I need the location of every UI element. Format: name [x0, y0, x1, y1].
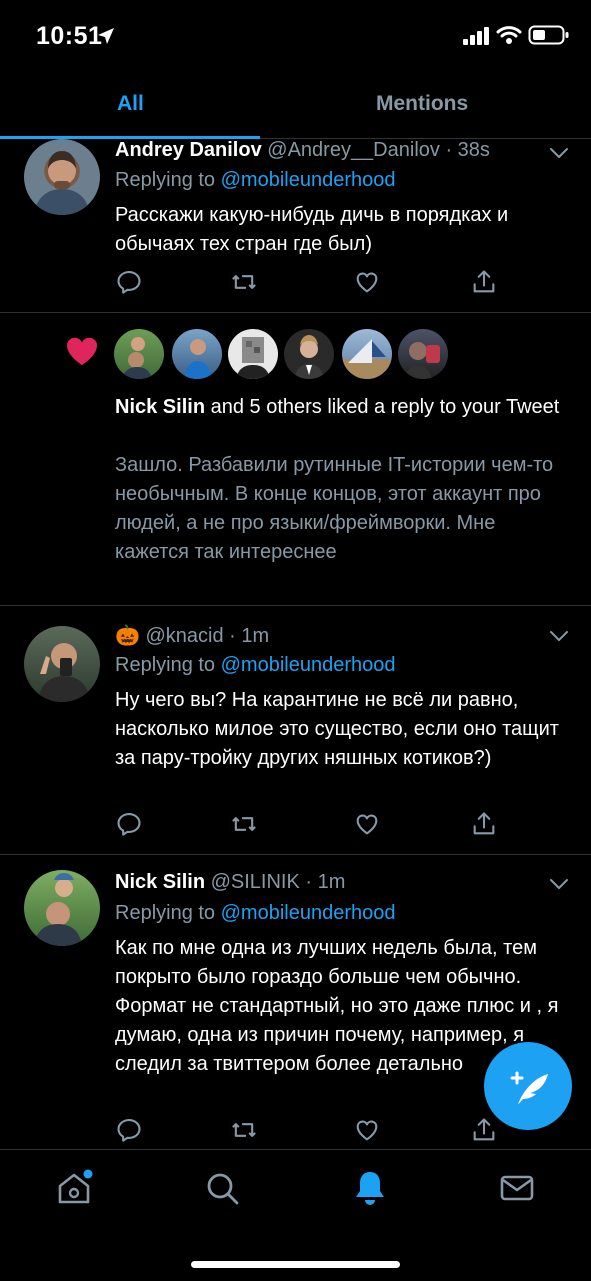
- chevron-down-icon[interactable]: [549, 630, 569, 642]
- avatar[interactable]: [172, 329, 222, 379]
- location-arrow-icon: [98, 28, 114, 44]
- heart-icon: [67, 337, 97, 365]
- tweet-actions: [115, 1116, 515, 1144]
- reply-icon[interactable]: [115, 268, 143, 296]
- bell-icon[interactable]: [350, 1168, 390, 1208]
- handle[interactable]: @SILINIK: [211, 871, 300, 893]
- tweet-header: Nick Silin @SILINIK · 1m: [115, 871, 345, 894]
- mail-icon[interactable]: [497, 1168, 537, 1208]
- avatar[interactable]: [342, 329, 392, 379]
- notification-reply[interactable]: 🎃 @knacid · 1m Replying to @mobileunderh…: [0, 606, 591, 855]
- notification-reply[interactable]: Andrey Danilov @Andrey__Danilov · 38s Re…: [0, 139, 591, 313]
- cellular-signal-icon: [463, 27, 489, 45]
- display-name[interactable]: Andrey Danilov: [115, 139, 262, 161]
- chevron-down-icon[interactable]: [549, 147, 569, 159]
- replying-handle[interactable]: @mobileunderhood: [221, 169, 396, 191]
- retweet-icon[interactable]: [230, 1116, 258, 1144]
- replying-prefix: Replying to: [115, 654, 216, 676]
- tweet-header: Andrey Danilov @Andrey__Danilov · 38s: [115, 139, 490, 162]
- notification-tabs: All Mentions: [0, 72, 591, 139]
- timestamp: · 1m: [229, 625, 270, 647]
- replying-to: Replying to @mobileunderhood: [115, 654, 396, 677]
- avatar[interactable]: [398, 329, 448, 379]
- like-summary: Nick Silin and 5 others liked a reply to…: [115, 393, 565, 422]
- tab-all[interactable]: All: [117, 92, 144, 116]
- status-time: 10:51: [36, 22, 103, 50]
- like-icon[interactable]: [353, 1116, 381, 1144]
- wifi-icon: [496, 26, 522, 44]
- replying-to: Replying to @mobileunderhood: [115, 169, 396, 192]
- avatar[interactable]: [24, 626, 100, 702]
- avatar[interactable]: [24, 139, 100, 215]
- compose-tweet-icon: [510, 1071, 548, 1104]
- reply-icon[interactable]: [115, 1116, 143, 1144]
- tweet-actions: [115, 268, 515, 296]
- replying-prefix: Replying to: [115, 902, 216, 924]
- tweet-header: 🎃 @knacid · 1m: [115, 623, 269, 648]
- tweet-text: Расскажи какую-нибудь дичь в порядках и …: [115, 204, 509, 255]
- like-summary-text: and 5 others liked a reply to your Tweet: [210, 396, 560, 418]
- avatar[interactable]: [284, 329, 334, 379]
- retweet-icon[interactable]: [230, 268, 258, 296]
- emoji-display-name[interactable]: 🎃: [115, 625, 140, 647]
- replying-handle[interactable]: @mobileunderhood: [221, 654, 396, 676]
- avatar[interactable]: [228, 329, 278, 379]
- replying-prefix: Replying to: [115, 169, 216, 191]
- chevron-down-icon[interactable]: [549, 878, 569, 890]
- replying-handle[interactable]: @mobileunderhood: [221, 902, 396, 924]
- notifications-feed[interactable]: Andrey Danilov @Andrey__Danilov · 38s Re…: [0, 139, 591, 1149]
- search-icon[interactable]: [202, 1168, 242, 1208]
- like-icon[interactable]: [353, 268, 381, 296]
- liker-name[interactable]: Nick Silin: [115, 396, 205, 418]
- home-icon[interactable]: [54, 1168, 94, 1208]
- timestamp: · 38s: [445, 139, 490, 161]
- status-bar: 10:51: [0, 0, 591, 72]
- quoted-reply-text[interactable]: Зашло. Разбавили рутинные IT-истории чем…: [115, 451, 565, 567]
- notification-like[interactable]: Nick Silin and 5 others liked a reply to…: [0, 313, 591, 606]
- tweet-text: Ну чего вы? На карантине не всё ли равно…: [115, 689, 559, 769]
- avatar[interactable]: [114, 329, 164, 379]
- like-icon[interactable]: [353, 810, 381, 838]
- timestamp: · 1m: [305, 871, 346, 893]
- retweet-icon[interactable]: [230, 810, 258, 838]
- replying-to: Replying to @mobileunderhood: [115, 902, 396, 925]
- battery-icon: [528, 25, 569, 45]
- handle[interactable]: @knacid: [145, 625, 223, 647]
- share-icon[interactable]: [470, 810, 498, 838]
- share-icon[interactable]: [470, 268, 498, 296]
- home-indicator[interactable]: [191, 1261, 400, 1268]
- avatar[interactable]: [24, 870, 100, 946]
- display-name[interactable]: Nick Silin: [115, 871, 205, 893]
- reply-icon[interactable]: [115, 810, 143, 838]
- new-content-badge: [83, 1169, 93, 1179]
- tab-mentions[interactable]: Mentions: [376, 92, 468, 116]
- handle[interactable]: @Andrey__Danilov: [267, 139, 440, 161]
- tweet-actions: [115, 810, 515, 838]
- compose-tweet-button[interactable]: [484, 1042, 572, 1130]
